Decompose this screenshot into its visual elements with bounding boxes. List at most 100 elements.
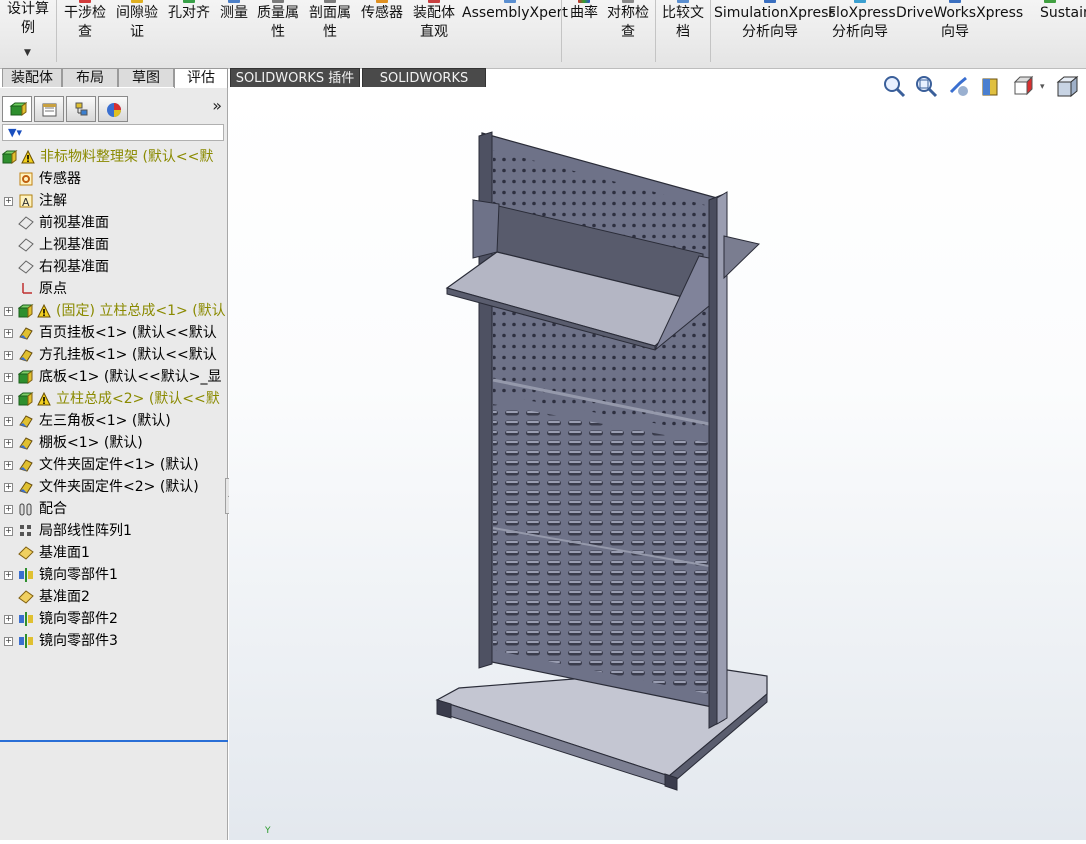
feature-tree-item[interactable]: + 局部线性阵列1: [0, 520, 228, 542]
simulationxpress-button[interactable]: SimulationXpress 分析向导: [714, 0, 836, 68]
feature-tree-item[interactable]: + 左三角板<1> (默认): [0, 410, 228, 432]
dropdown-arrow-icon[interactable]: ▼: [24, 44, 31, 63]
configurationmanager-tab[interactable]: [66, 96, 96, 122]
feature-tree-item[interactable]: + 镜向零部件2: [0, 608, 228, 630]
feature-tree-item[interactable]: 基准面2: [0, 586, 228, 608]
propertymanager-tab[interactable]: [34, 96, 64, 122]
expand-node-icon[interactable]: +: [4, 527, 13, 536]
zoom-to-fit-icon[interactable]: [882, 74, 908, 100]
feature-tree-item[interactable]: + 百页挂板<1> (默认<<默认: [0, 322, 228, 344]
measure-button[interactable]: 测量: [216, 0, 252, 68]
feature-tree-item-label: 棚板<1> (默认): [39, 435, 143, 451]
expand-node-icon[interactable]: +: [4, 329, 13, 338]
design-study-button[interactable]: 设计算例 ▼: [0, 0, 56, 68]
assemblyxpert-icon: [504, 0, 516, 3]
expand-node-icon[interactable]: +: [4, 505, 13, 514]
tab-assembly[interactable]: 装配体: [2, 68, 62, 87]
part-icon: [18, 413, 34, 429]
expand-node-icon[interactable]: +: [4, 461, 13, 470]
feature-tree-item[interactable]: 前视基准面: [0, 212, 228, 234]
feature-tree-item-label: 底板<1> (默认<<默认>_显: [39, 369, 222, 385]
tree-filter-bar[interactable]: ▼▾: [2, 124, 224, 141]
feature-tree-item[interactable]: 非标物料整理架 (默认<<默: [0, 146, 228, 168]
feature-tree-item[interactable]: 基准面1: [0, 542, 228, 564]
feature-tree-item[interactable]: + 镜向零部件1: [0, 564, 228, 586]
feature-tree-item[interactable]: + 文件夹固定件<1> (默认): [0, 454, 228, 476]
expand-node-icon[interactable]: +: [4, 373, 13, 382]
filter-icon[interactable]: ▼▾: [8, 126, 22, 139]
expand-panel-icon[interactable]: »: [212, 96, 222, 115]
compare-documents-button[interactable]: 比较文档: [659, 0, 707, 68]
feature-tree-item[interactable]: 传感器: [0, 168, 228, 190]
tab-evaluate[interactable]: 评估: [174, 68, 228, 89]
feature-tree-item[interactable]: 原点: [0, 278, 228, 300]
expand-node-icon[interactable]: +: [4, 483, 13, 492]
tab-layout[interactable]: 布局: [62, 68, 118, 87]
feature-tree-item[interactable]: + (固定) 立柱总成<1> (默认: [0, 300, 228, 322]
feature-tree-item[interactable]: 上视基准面: [0, 234, 228, 256]
zoom-to-area-icon[interactable]: [914, 74, 940, 100]
interference-icon: [79, 0, 91, 3]
plane-icon: [18, 215, 34, 231]
compare-icon: [677, 0, 689, 3]
feature-tree-item[interactable]: + A 注解: [0, 190, 228, 212]
feature-tree-item[interactable]: + 方孔挂板<1> (默认<<默认: [0, 344, 228, 366]
expand-node-icon[interactable]: +: [4, 637, 13, 646]
tab-solidworks-addins[interactable]: SOLIDWORKS 插件: [230, 68, 360, 87]
featuremanager-tab[interactable]: [2, 96, 32, 122]
ribbon-separator: [655, 0, 656, 62]
expand-node-icon[interactable]: +: [4, 395, 13, 404]
assembly-icon: [17, 391, 34, 407]
warning-icon: [37, 303, 51, 318]
clearance-verification-button[interactable]: 间隙验证: [112, 0, 162, 68]
expand-node-icon[interactable]: +: [4, 439, 13, 448]
curvature-button[interactable]: 曲率: [566, 0, 602, 68]
mirror-icon: [18, 611, 34, 627]
mate-icon: [18, 501, 34, 517]
section-view-icon[interactable]: [978, 74, 1004, 100]
triad-y-label: Y: [265, 826, 271, 836]
graphics-area[interactable]: [229, 88, 1086, 840]
expand-node-icon[interactable]: +: [4, 307, 13, 316]
feature-tree-item-label: 左三角板<1> (默认): [39, 413, 171, 429]
hole-alignment-button[interactable]: 孔对齐: [164, 0, 214, 68]
feature-tree-item[interactable]: + 底板<1> (默认<<默认>_显: [0, 366, 228, 388]
feature-tree-item[interactable]: + 棚板<1> (默认): [0, 432, 228, 454]
expand-node-icon[interactable]: +: [4, 417, 13, 426]
assembly-visualization-button[interactable]: 装配体直观: [410, 0, 458, 68]
interference-check-button[interactable]: 干涉检查: [60, 0, 110, 68]
feature-tree-item-label: 方孔挂板<1> (默认<<默认: [39, 347, 217, 363]
feature-tree-item[interactable]: + 配合: [0, 498, 228, 520]
expand-node-icon[interactable]: +: [4, 615, 13, 624]
tab-sketch[interactable]: 草图: [118, 68, 174, 87]
feature-tree-item[interactable]: + 立柱总成<2> (默认<<默: [0, 388, 228, 410]
panel-tab-strip: »: [0, 92, 228, 122]
ribbon-separator: [710, 0, 711, 62]
feature-tree-item[interactable]: + 镜向零部件3: [0, 630, 228, 652]
mass-properties-button[interactable]: 质量属性: [254, 0, 302, 68]
symmetry-check-button[interactable]: 对称检查: [604, 0, 652, 68]
expand-node-icon[interactable]: +: [4, 197, 13, 206]
part-icon: [18, 457, 34, 473]
view-orientation-dropdown-icon[interactable]: ▾: [1040, 74, 1050, 100]
ref-plane-icon: [18, 589, 34, 605]
curvature-icon: [578, 0, 590, 3]
sustainability-button[interactable]: Sustain: [1036, 0, 1086, 68]
assemblyxpert-button[interactable]: AssemblyXpert: [462, 0, 568, 68]
sensor-icon: [18, 171, 34, 187]
driveworksxpress-button[interactable]: DriveWorksXpress 向导: [896, 0, 1023, 68]
section-properties-button[interactable]: 剖面属性: [306, 0, 354, 68]
display-style-icon[interactable]: [1054, 74, 1080, 100]
sensor-button[interactable]: 传感器: [358, 0, 406, 68]
view-orientation-icon[interactable]: [1010, 74, 1036, 100]
expand-node-icon[interactable]: +: [4, 571, 13, 580]
rollback-bar[interactable]: [0, 740, 228, 742]
feature-tree-item[interactable]: + 文件夹固定件<2> (默认): [0, 476, 228, 498]
displaymanager-tab[interactable]: [98, 96, 128, 122]
visualization-icon: [428, 0, 440, 3]
tab-solidworks-mbd[interactable]: SOLIDWORKS MBD: [362, 68, 486, 105]
feature-tree-item[interactable]: 右视基准面: [0, 256, 228, 278]
previous-view-icon[interactable]: [946, 74, 972, 100]
expand-node-icon[interactable]: +: [4, 351, 13, 360]
floxpress-button[interactable]: FloXpress 分析向导: [828, 0, 896, 68]
